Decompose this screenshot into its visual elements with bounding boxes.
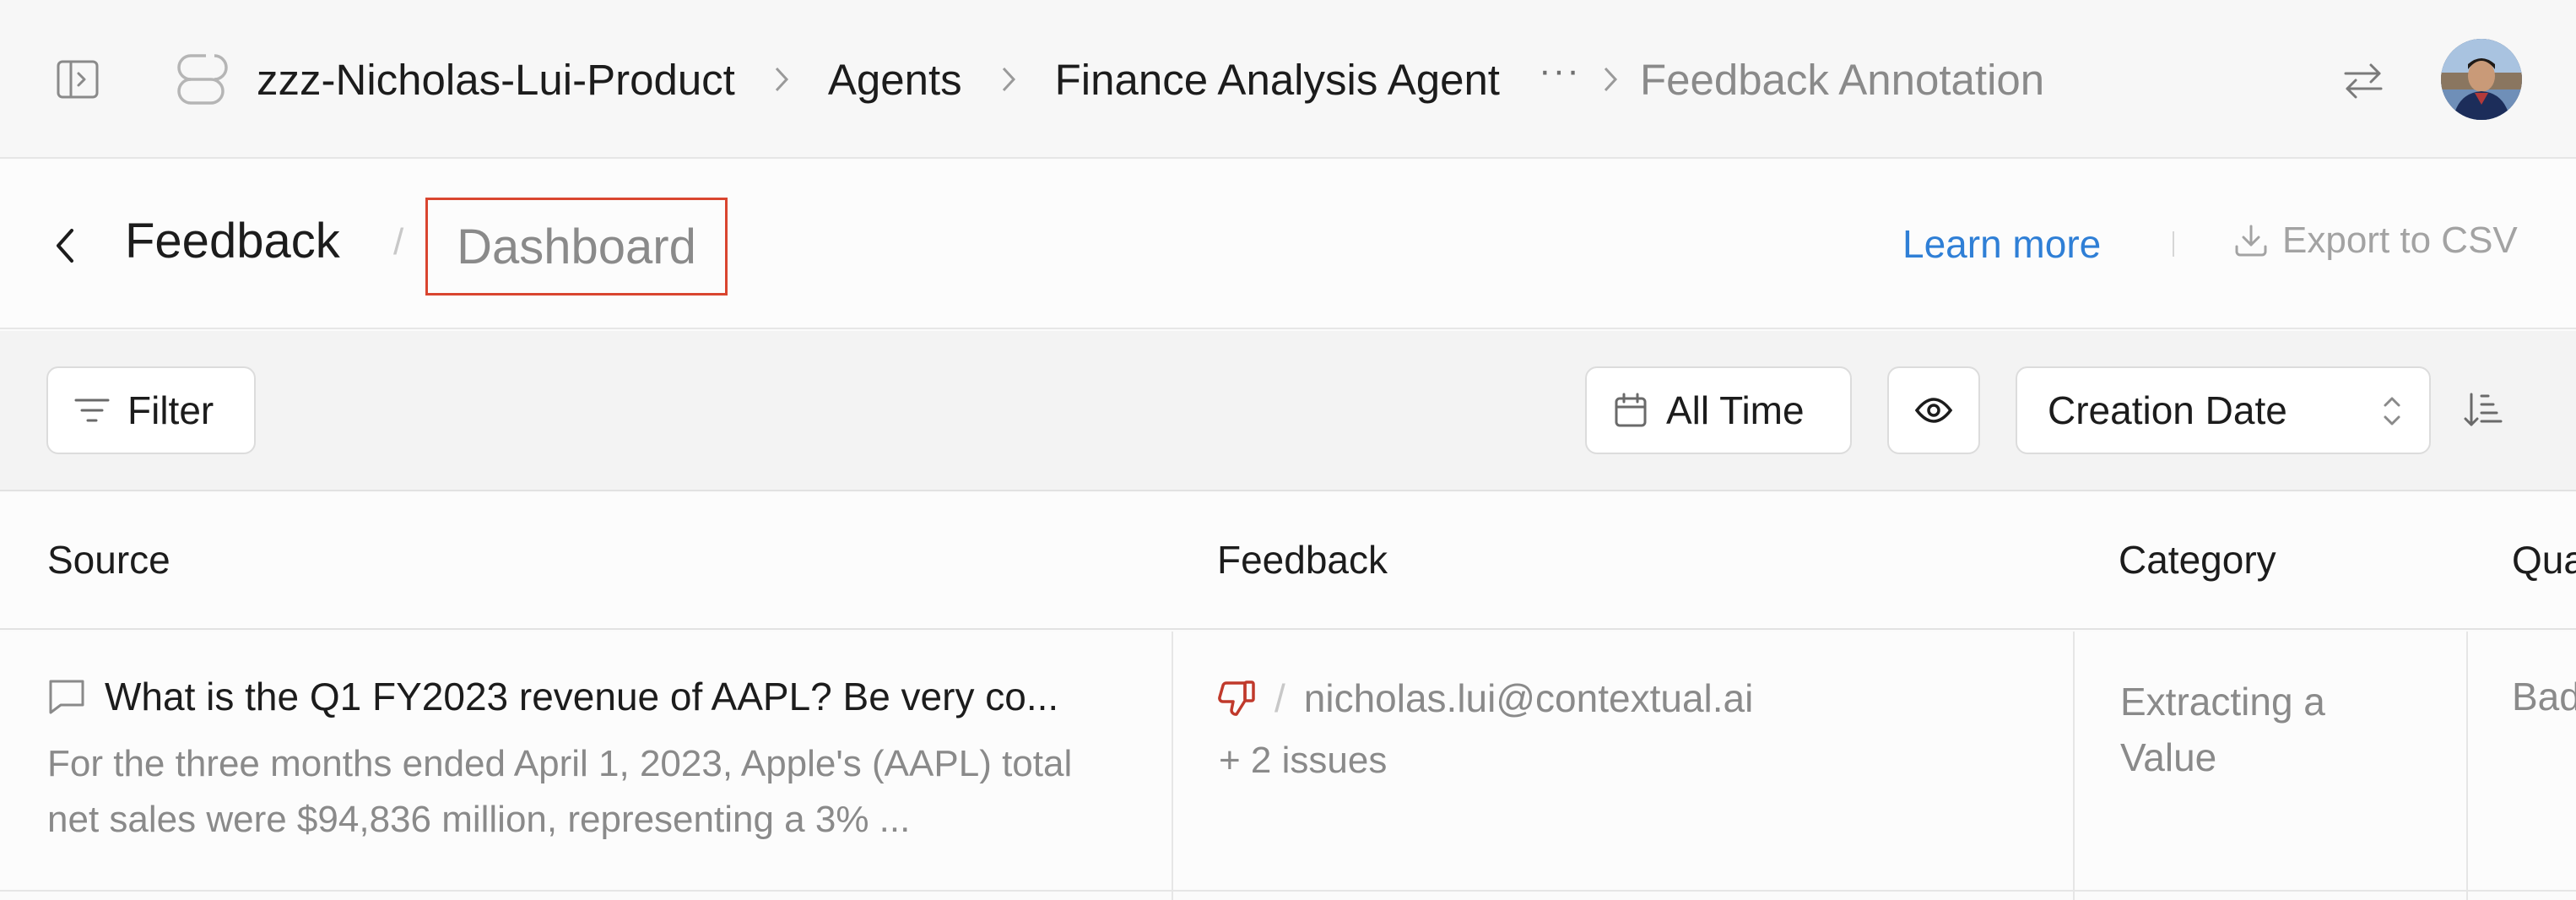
export-csv-button[interactable]: Export to CSV	[2233, 220, 2518, 262]
toolbar: Filter All Time Creation Date	[0, 331, 2576, 491]
filter-icon	[73, 395, 111, 426]
download-icon	[2233, 223, 2269, 258]
divider	[2173, 231, 2174, 257]
back-arrow-icon[interactable]	[44, 216, 86, 275]
sort-by-select[interactable]: Creation Date	[2016, 366, 2431, 454]
sidebar-toggle-icon[interactable]	[54, 56, 101, 103]
chevron-right-icon	[962, 65, 1055, 94]
filter-button[interactable]: Filter	[46, 366, 256, 454]
feedback-issues[interactable]: + 2 issues	[1219, 740, 1387, 782]
column-header-quality[interactable]: Qua	[2512, 537, 2576, 583]
feedback-separator: /	[1274, 676, 1285, 720]
avatar[interactable]	[2441, 39, 2522, 120]
table-row[interactable]: What is the Q1 FY2023 revenue of AAPL? B…	[0, 632, 2576, 900]
breadcrumb-agents[interactable]: Agents	[828, 55, 962, 105]
column-divider	[1172, 632, 1173, 900]
date-range-label: All Time	[1666, 388, 1805, 432]
column-divider	[2073, 632, 2075, 900]
category-value: Extracting a Value	[2120, 680, 2325, 779]
feedback-user: nicholas.lui@contextual.ai	[1303, 676, 1754, 720]
source-response: For the three months ended April 1, 2023…	[47, 743, 1073, 840]
sort-descending-icon[interactable]	[2460, 387, 2507, 434]
title-separator: /	[393, 221, 404, 263]
chevron-right-icon	[735, 65, 828, 94]
page-title[interactable]: Feedback	[125, 213, 340, 269]
tab-dashboard[interactable]: Dashboard	[425, 198, 728, 295]
calendar-icon	[1614, 393, 1648, 428]
eye-icon	[1914, 397, 1953, 424]
swap-arrows-icon[interactable]	[2338, 56, 2389, 106]
source-title[interactable]: What is the Q1 FY2023 revenue of AAPL? B…	[47, 674, 1058, 719]
source-query: What is the Q1 FY2023 revenue of AAPL? B…	[105, 675, 1059, 718]
breadcrumb-workspace[interactable]: zzz-Nicholas-Lui-Product	[257, 55, 735, 105]
column-header-feedback[interactable]: Feedback	[1217, 537, 1388, 583]
sort-by-value: Creation Date	[2048, 388, 2287, 432]
filter-label: Filter	[127, 388, 214, 432]
column-divider	[2466, 632, 2468, 900]
column-header-category[interactable]: Category	[2119, 537, 2276, 583]
breadcrumb: zzz-Nicholas-Lui-Product Agents Finance …	[172, 44, 2044, 115]
top-bar: zzz-Nicholas-Lui-Product Agents Finance …	[0, 0, 2576, 159]
date-range-button[interactable]: All Time	[1585, 366, 1852, 454]
table-header: Source Feedback Category Qua	[0, 493, 2576, 630]
page-header: Feedback / Dashboard Learn more Export t…	[0, 160, 2576, 329]
breadcrumb-current: Feedback Annotation	[1639, 55, 2045, 104]
column-header-source[interactable]: Source	[47, 537, 170, 583]
chat-bubble-icon	[47, 678, 86, 715]
export-label: Export to CSV	[2282, 220, 2518, 261]
breadcrumb-more-button[interactable]: ···	[1539, 52, 1581, 89]
quality-value: Bad	[2512, 675, 2576, 718]
workspace-logo-icon	[172, 50, 231, 109]
chevron-up-down-icon	[2382, 392, 2402, 431]
thumbs-down-icon	[1217, 680, 1256, 717]
learn-more-link[interactable]: Learn more	[1902, 221, 2101, 267]
chevron-right-icon	[1581, 65, 1640, 94]
visibility-button[interactable]	[1887, 366, 1980, 454]
feedback-summary: / nicholas.lui@contextual.ai	[1217, 675, 1753, 721]
breadcrumb-agent-name[interactable]: Finance Analysis Agent	[1055, 55, 1500, 105]
